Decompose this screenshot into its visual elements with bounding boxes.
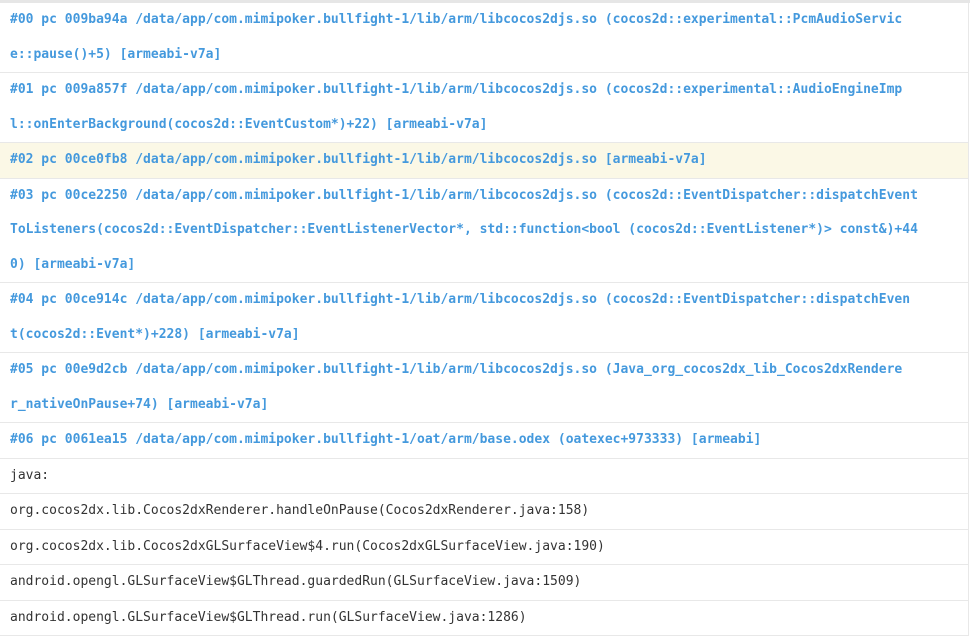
log-row-java-3: android.opengl.GLSurfaceView$GLThread.gu… xyxy=(0,565,969,601)
log-row-java-1: org.cocos2dx.lib.Cocos2dxRenderer.handle… xyxy=(0,494,969,530)
log-row-frame-02: #02 pc 00ce0fb8 /data/app/com.mimipoker.… xyxy=(0,143,969,179)
log-row-frame-01: #01 pc 009a857f /data/app/com.mimipoker.… xyxy=(0,73,969,143)
log-row-frame-04: #04 pc 00ce914c /data/app/com.mimipoker.… xyxy=(0,283,969,353)
log-row-java-4: android.opengl.GLSurfaceView$GLThread.ru… xyxy=(0,601,969,636)
log-row-java-2: org.cocos2dx.lib.Cocos2dxGLSurfaceView$4… xyxy=(0,530,969,566)
stack-trace-log: #00 pc 009ba94a /data/app/com.mimipoker.… xyxy=(0,3,969,636)
log-row-frame-06: #06 pc 0061ea15 /data/app/com.mimipoker.… xyxy=(0,423,969,459)
log-row-frame-05: #05 pc 00e9d2cb /data/app/com.mimipoker.… xyxy=(0,353,969,423)
log-row-frame-03: #03 pc 00ce2250 /data/app/com.mimipoker.… xyxy=(0,179,969,284)
log-row-frame-00: #00 pc 009ba94a /data/app/com.mimipoker.… xyxy=(0,3,969,73)
log-row-java-header: java: xyxy=(0,459,969,495)
